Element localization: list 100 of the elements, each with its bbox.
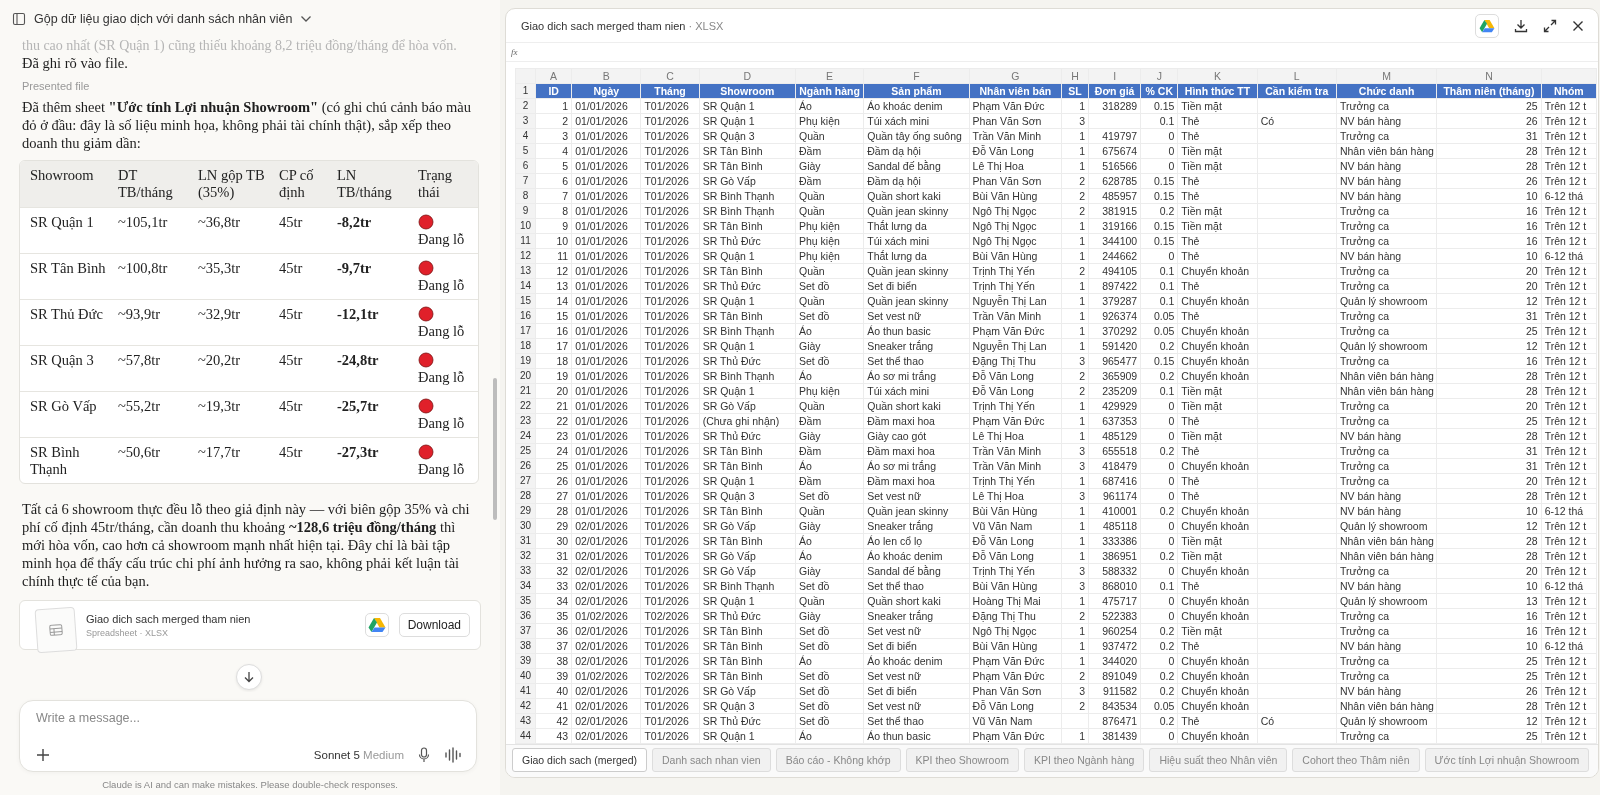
download-button[interactable]: Download bbox=[398, 613, 470, 637]
scrollbar-thumb[interactable] bbox=[493, 378, 497, 520]
model-selector[interactable]: Sonnet 5 Medium bbox=[313, 749, 404, 761]
table-cell: T01/2026 bbox=[644, 280, 689, 292]
table-cell: 0 bbox=[1168, 250, 1175, 262]
column-header: DT TB/tháng bbox=[118, 167, 174, 202]
table-cell: 01/01/2026 bbox=[575, 370, 628, 382]
table-cell: 7 bbox=[562, 190, 569, 202]
table-cell: Thẻ bbox=[1181, 250, 1200, 262]
status-text: Đang lỗ bbox=[418, 277, 465, 294]
column-letter[interactable]: B bbox=[602, 70, 610, 82]
column-letter[interactable]: J bbox=[1156, 70, 1162, 82]
table-cell: NV bán hàng bbox=[1339, 490, 1402, 502]
table-cell: 0.2 bbox=[1159, 550, 1175, 562]
table-cell: Trưởng ca bbox=[1339, 460, 1390, 472]
table-cell: T01/2026 bbox=[644, 235, 689, 247]
drive-button[interactable] bbox=[1475, 13, 1499, 38]
download-icon[interactable] bbox=[1514, 18, 1528, 33]
table-cell: Trên 12 t bbox=[1544, 265, 1587, 277]
file-title: Giao dich sach merged tham nien · XLSX bbox=[521, 19, 724, 32]
conversation-title[interactable]: Gộp dữ liệu giao dịch với danh sách nhân viên bbox=[34, 12, 293, 26]
table-cell: Áo thun basic bbox=[867, 730, 931, 742]
table-cell: 01/01/2026 bbox=[575, 400, 628, 412]
column-letter[interactable]: D bbox=[743, 70, 752, 82]
scroll-down-button[interactable] bbox=[236, 664, 262, 690]
table-cell: SR Gò Vấp bbox=[702, 175, 756, 187]
table-cell: 0.15 bbox=[1153, 100, 1175, 112]
table-cell: Đỗ Văn Long bbox=[972, 550, 1034, 562]
column-letter[interactable]: F bbox=[913, 70, 920, 82]
table-cell: 01/01/2026 bbox=[575, 460, 628, 472]
table-cell: SR Tân Bình bbox=[702, 670, 763, 682]
column-letter[interactable]: N bbox=[1485, 70, 1493, 82]
message-text: thu cao nhất (SR Quận 1) cũng thiếu khoảng 8,2 triệu đồng/tháng để hòa vốn. bbox=[22, 38, 458, 54]
column-letter[interactable]: E bbox=[826, 70, 834, 82]
table-cell: Chuyển khoản bbox=[1181, 595, 1250, 607]
sidebar-icon[interactable] bbox=[12, 12, 26, 26]
table-cell: Trưởng ca bbox=[1339, 445, 1390, 457]
table-cell: Đỗ Văn Long bbox=[972, 700, 1034, 712]
table-cell: Trưởng ca bbox=[1339, 625, 1390, 637]
table-cell: Trưởng ca bbox=[1339, 130, 1390, 142]
column-letter[interactable]: G bbox=[1011, 70, 1020, 82]
voice-waveform-icon[interactable] bbox=[444, 747, 462, 763]
table-cell: Áo bbox=[799, 655, 812, 667]
table-cell-text: 45tr bbox=[279, 306, 304, 324]
table-cell-text: ~55,2tr bbox=[118, 398, 162, 416]
column-letter[interactable]: K bbox=[1213, 70, 1221, 82]
table-cell: 33 bbox=[556, 580, 569, 592]
plus-icon[interactable] bbox=[36, 748, 50, 762]
table-cell: 02/01/2026 bbox=[575, 640, 628, 652]
column-letter[interactable]: M bbox=[1382, 70, 1391, 82]
table-cell: NV bán hàng bbox=[1339, 175, 1402, 187]
message-input[interactable]: Write a message... bbox=[36, 711, 462, 725]
table-cell: T01/2026 bbox=[644, 685, 689, 697]
table-cell: Trên 12 t bbox=[1544, 340, 1587, 352]
table-cell: SR Thủ Đức bbox=[702, 355, 761, 367]
table-cell: 876471 bbox=[1102, 715, 1138, 727]
table-cell: Đầm dạ hội bbox=[867, 145, 921, 157]
table-cell: 370292 bbox=[1102, 325, 1138, 337]
column-letter[interactable]: I bbox=[1113, 70, 1117, 82]
table-cell: 386951 bbox=[1102, 550, 1138, 562]
table-cell: 9 bbox=[562, 220, 569, 232]
table-cell: 235209 bbox=[1102, 385, 1138, 397]
close-icon[interactable] bbox=[1572, 19, 1584, 32]
table-cell: Thẻ bbox=[1181, 130, 1200, 142]
table-cell: SR Quận 3 bbox=[702, 130, 755, 142]
sheet-tab[interactable]: Giao dich sach (merged) bbox=[512, 748, 647, 772]
column-header: CP cố định bbox=[279, 167, 315, 202]
table-cell: 2 bbox=[1079, 385, 1086, 397]
table-cell: 01/01/2026 bbox=[575, 100, 628, 112]
table-cell: Trên 12 t bbox=[1544, 625, 1587, 637]
table-cell: Túi xách mini bbox=[867, 385, 930, 397]
microphone-icon[interactable] bbox=[418, 747, 430, 763]
table-cell: Trên 12 t bbox=[1544, 295, 1587, 307]
table-cell: Vũ Văn Nam bbox=[972, 520, 1033, 532]
table-cell: Trên 12 t bbox=[1544, 535, 1587, 547]
column-letter[interactable]: A bbox=[550, 70, 558, 82]
presented-file-label: Presented file bbox=[22, 80, 91, 92]
chevron-down-icon[interactable] bbox=[300, 15, 313, 23]
table-cell: Vũ Văn Nam bbox=[972, 715, 1033, 727]
table-cell: 01/01/2026 bbox=[575, 505, 628, 517]
status-text: Đang lỗ bbox=[418, 369, 465, 386]
expand-icon[interactable] bbox=[1543, 18, 1557, 33]
formula-bar[interactable]: fx bbox=[506, 43, 1598, 62]
table-cell: Quần bbox=[799, 400, 825, 412]
table-cell: Quần short kaki bbox=[867, 595, 941, 607]
table-cell: 0.2 bbox=[1159, 715, 1175, 727]
table-cell: Tiền mặt bbox=[1181, 160, 1222, 172]
file-card[interactable]: Giao dich sach merged tham nien Spreadsheet · XLSX Download bbox=[19, 600, 481, 650]
drive-button[interactable] bbox=[364, 613, 389, 637]
table-cell: T01/2026 bbox=[644, 205, 689, 217]
table-cell: 10 bbox=[1525, 505, 1538, 517]
table-cell: Quần bbox=[799, 595, 825, 607]
table-cell: Chuyển khoản bbox=[1181, 700, 1250, 712]
table-cell: Đỗ Văn Long bbox=[972, 535, 1034, 547]
column-letter[interactable]: L bbox=[1293, 70, 1300, 82]
table-cell: SR Bình Thạnh bbox=[702, 205, 775, 217]
status-dot-icon bbox=[418, 352, 434, 368]
table-cell: 16 bbox=[1525, 220, 1538, 232]
table-cell: Áo bbox=[799, 325, 812, 337]
column-letter[interactable]: C bbox=[666, 70, 674, 82]
